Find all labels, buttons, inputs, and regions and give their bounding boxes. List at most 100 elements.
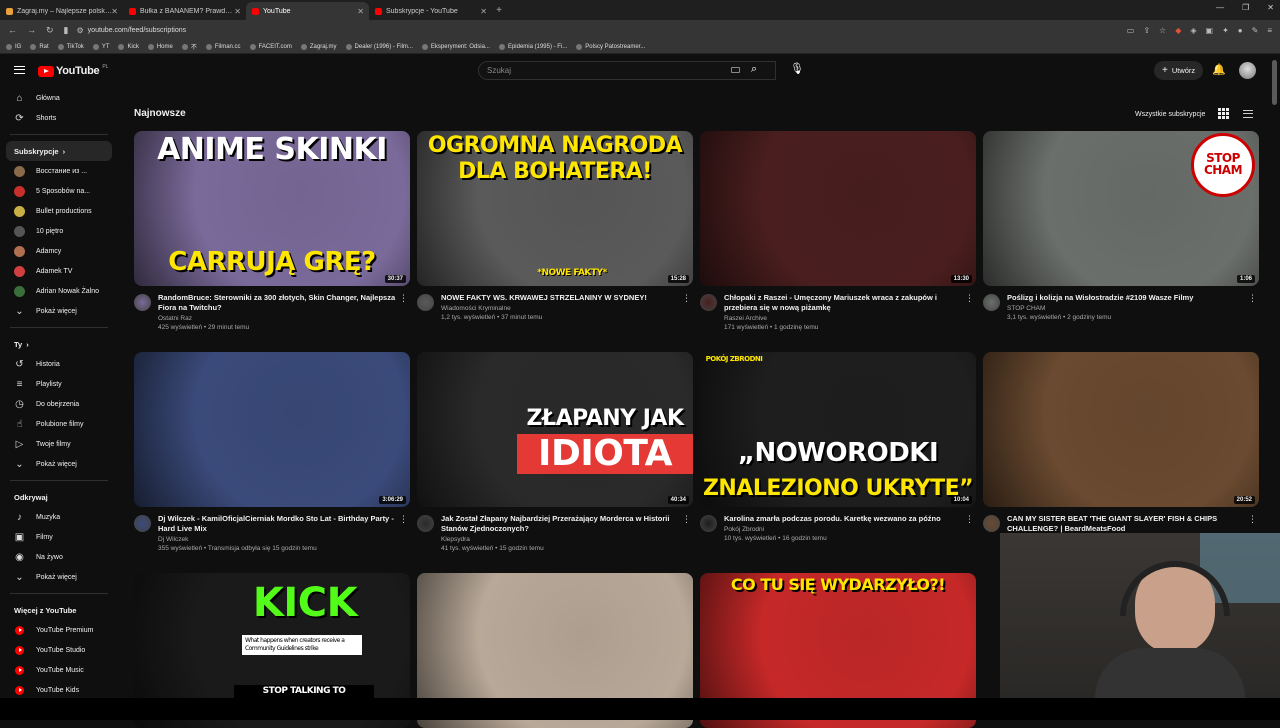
account-avatar[interactable] [1239, 62, 1256, 79]
sidebar-item-youtube-product[interactable]: YouTube Music [0, 660, 118, 680]
sidebar-item-subscription[interactable]: Adamcy [0, 241, 118, 261]
video-card[interactable]: 3:06:29 Dj Wilczek - KamilOficjalCierniak… [134, 352, 410, 554]
video-card[interactable]: 13:30 Chłopaki z Raszei - Umęczony Marius… [700, 131, 976, 333]
share-icon[interactable]: ⇪ [1143, 26, 1150, 35]
channel-name[interactable]: STOP CHAM [1007, 305, 1259, 312]
channel-name[interactable]: Dj Wilczek [158, 536, 410, 543]
close-tab-icon[interactable]: ✕ [111, 7, 118, 16]
channel-avatar[interactable] [983, 294, 1000, 311]
star-icon[interactable]: ☆ [1159, 26, 1166, 35]
scrollbar[interactable] [1272, 60, 1277, 105]
forward-icon[interactable]: → [27, 25, 36, 36]
video-title[interactable]: Poślizg i kolizja na Wisłostradzie #2109… [1007, 293, 1259, 303]
more-options-icon[interactable]: ⋮ [399, 293, 408, 304]
sidebar-item-playlist[interactable]: ≡ Playlisty [0, 374, 118, 394]
video-title[interactable]: Chłopaki z Raszei - Umęczony Mariuszek w… [724, 293, 976, 313]
minimize-icon[interactable]: — [1216, 3, 1224, 12]
puzzle-icon[interactable]: ✦ [1222, 26, 1229, 35]
video-thumbnail[interactable]: ZŁAPANY JAK IDIOTA 40:34 [417, 352, 693, 507]
close-tab-icon[interactable]: ✕ [234, 7, 241, 16]
video-thumbnail[interactable]: 3:06:29 [134, 352, 410, 507]
close-window-icon[interactable]: ✕ [1267, 3, 1274, 12]
video-card[interactable]: OGROMNA NAGRODA DLA BOHATERA! *NOWE FAKTY*… [417, 131, 693, 333]
keyboard-icon[interactable] [731, 67, 740, 73]
video-card[interactable]: ZŁAPANY JAK IDIOTA 40:34 Jak Został Złapany… [417, 352, 693, 554]
more-options-icon[interactable]: ⋮ [682, 293, 691, 304]
channel-name[interactable]: Klepsydra [441, 536, 693, 543]
microphone-icon[interactable]: 🎙 [790, 62, 804, 75]
profile-icon[interactable]: ● [1238, 26, 1243, 35]
bookmark-item[interactable]: Eksperyment: Odsia... [421, 43, 490, 50]
video-thumbnail[interactable]: „NOWORODKI ZNALEZIONO UKRYTE” POKÓJ ZBRODN… [700, 352, 976, 507]
sidebar-item-subscription[interactable]: Adrian Nowak Żalno [0, 281, 118, 301]
list-view-icon[interactable] [1243, 110, 1253, 118]
channel-name[interactable]: Raszei Archive [724, 315, 976, 322]
more-options-icon[interactable]: ⋮ [399, 514, 408, 525]
sidebar-item-youtube-product[interactable]: YouTube Kids [0, 680, 118, 700]
show-more-explore[interactable]: ⌄ Pokaż więcej [0, 567, 118, 587]
bookmark-item[interactable]: Filman.cc [205, 43, 241, 50]
show-more-subscriptions[interactable]: ⌄ Pokaż więcej [0, 301, 118, 321]
video-thumbnail[interactable]: ANIME SKINKI CARRUJĄ GRĘ? 30:37 [134, 131, 410, 286]
bookmark-item[interactable]: Polscy Patostreamer... [576, 43, 645, 50]
channel-avatar[interactable] [700, 294, 717, 311]
cast-icon[interactable]: ▭ [1127, 26, 1135, 35]
bookmark-item[interactable]: YT [92, 43, 109, 50]
video-thumbnail[interactable]: 13:30 [700, 131, 976, 286]
search-icon[interactable]: ⌕ [751, 63, 757, 76]
video-card[interactable]: STOP CHAM 1:06 Poślizg i kolizja na Wisłos… [983, 131, 1259, 333]
extension-icon[interactable]: ▣ [1206, 26, 1214, 35]
sidebar-item-history[interactable]: ↺ Historia [0, 354, 118, 374]
youtube-logo[interactable]: YouTube PL [38, 64, 108, 77]
channel-avatar[interactable] [134, 294, 151, 311]
video-title[interactable]: CAN MY SISTER BEAT 'THE GIANT SLAYER' FI… [1007, 514, 1259, 534]
url-field[interactable]: youtube.com/feed/subscriptions [88, 27, 186, 34]
sidebar-item-youtube-product[interactable]: YouTube Premium [0, 620, 118, 640]
video-thumbnail[interactable]: STOP CHAM 1:06 [983, 131, 1259, 286]
channel-avatar[interactable] [417, 294, 434, 311]
video-card[interactable]: ANIME SKINKI CARRUJĄ GRĘ? 30:37 RandomBruce… [134, 131, 410, 333]
show-more-you[interactable]: ⌄ Pokaż więcej [0, 454, 118, 474]
bookmark-item[interactable]: Dealer (1996) - Film... [345, 43, 413, 50]
channel-avatar[interactable] [983, 515, 1000, 532]
video-title[interactable]: NOWE FAKTY WS. KRWAWEJ STRZELANINY W SYD… [441, 293, 693, 303]
sidebar-item-youtube-product[interactable]: YouTube Studio [0, 640, 118, 660]
video-card[interactable]: 20:52 CAN MY SISTER BEAT 'THE GIANT SLAYE… [983, 352, 1259, 554]
extension-icon[interactable]: ◈ [1190, 26, 1196, 35]
new-tab-button[interactable]: + [492, 2, 506, 20]
video-title[interactable]: RandomBruce: Sterowniki za 300 złotych, … [158, 293, 410, 313]
channel-avatar[interactable] [134, 515, 151, 532]
sidebar-item-subscription[interactable]: Восстание из ... [0, 161, 118, 181]
video-title[interactable]: Dj Wilczek - KamilOficjalCierniak Mordko… [158, 514, 410, 534]
bookmark-item[interactable]: FACEIT.com [249, 43, 292, 50]
sidebar-item-subscription[interactable]: 10 piętro [0, 221, 118, 241]
sidebar-item-film[interactable]: ▣ Filmy [0, 527, 118, 547]
bookmark-item[interactable]: Zagraj.my [300, 43, 337, 50]
sidebar-item-subscriptions[interactable]: Subskrypcje › [6, 141, 112, 161]
bookmark-item[interactable]: Home [147, 43, 173, 50]
sidebar-item-live[interactable]: ◉ Na żywo [0, 547, 118, 567]
notifications-icon[interactable]: 🔔 [1212, 63, 1226, 76]
sidebar-item-subscription[interactable]: Adamek TV [0, 261, 118, 281]
video-title[interactable]: Jak Został Złapany Najbardziej Przerażaj… [441, 514, 693, 534]
bookmark-item[interactable]: 不 [181, 42, 197, 51]
sidebar-item-your-videos[interactable]: ▷ Twoje filmy [0, 434, 118, 454]
bookmark-item[interactable]: TikTok [57, 43, 84, 50]
video-thumbnail[interactable]: OGROMNA NAGRODA DLA BOHATERA! *NOWE FAKTY*… [417, 131, 693, 286]
edit-icon[interactable]: ✎ [1252, 26, 1259, 35]
more-options-icon[interactable]: ⋮ [1248, 293, 1257, 304]
all-subscriptions-button[interactable]: Wszystkie subskrypcje [1128, 105, 1212, 123]
channel-name[interactable]: Pokój Zbrodni [724, 526, 976, 533]
grid-view-icon[interactable] [1218, 108, 1229, 119]
browser-tab-active[interactable]: YouTube ✕ [246, 2, 369, 20]
maximize-icon[interactable]: ❐ [1242, 3, 1249, 12]
sidebar-item-you[interactable]: Ty › [0, 334, 118, 354]
bookmark-item[interactable]: IG [6, 43, 21, 50]
video-title[interactable]: Karolina zmarła podczas porodu. Karetkę … [724, 514, 976, 524]
sidebar-item-music[interactable]: ♪ Muzyka [0, 507, 118, 527]
menu-icon[interactable]: ≡ [1267, 26, 1272, 35]
reload-icon[interactable]: ↻ [46, 25, 54, 36]
sidebar-item-subscription[interactable]: Bullet productions [0, 201, 118, 221]
more-options-icon[interactable]: ⋮ [965, 293, 974, 304]
more-options-icon[interactable]: ⋮ [682, 514, 691, 525]
